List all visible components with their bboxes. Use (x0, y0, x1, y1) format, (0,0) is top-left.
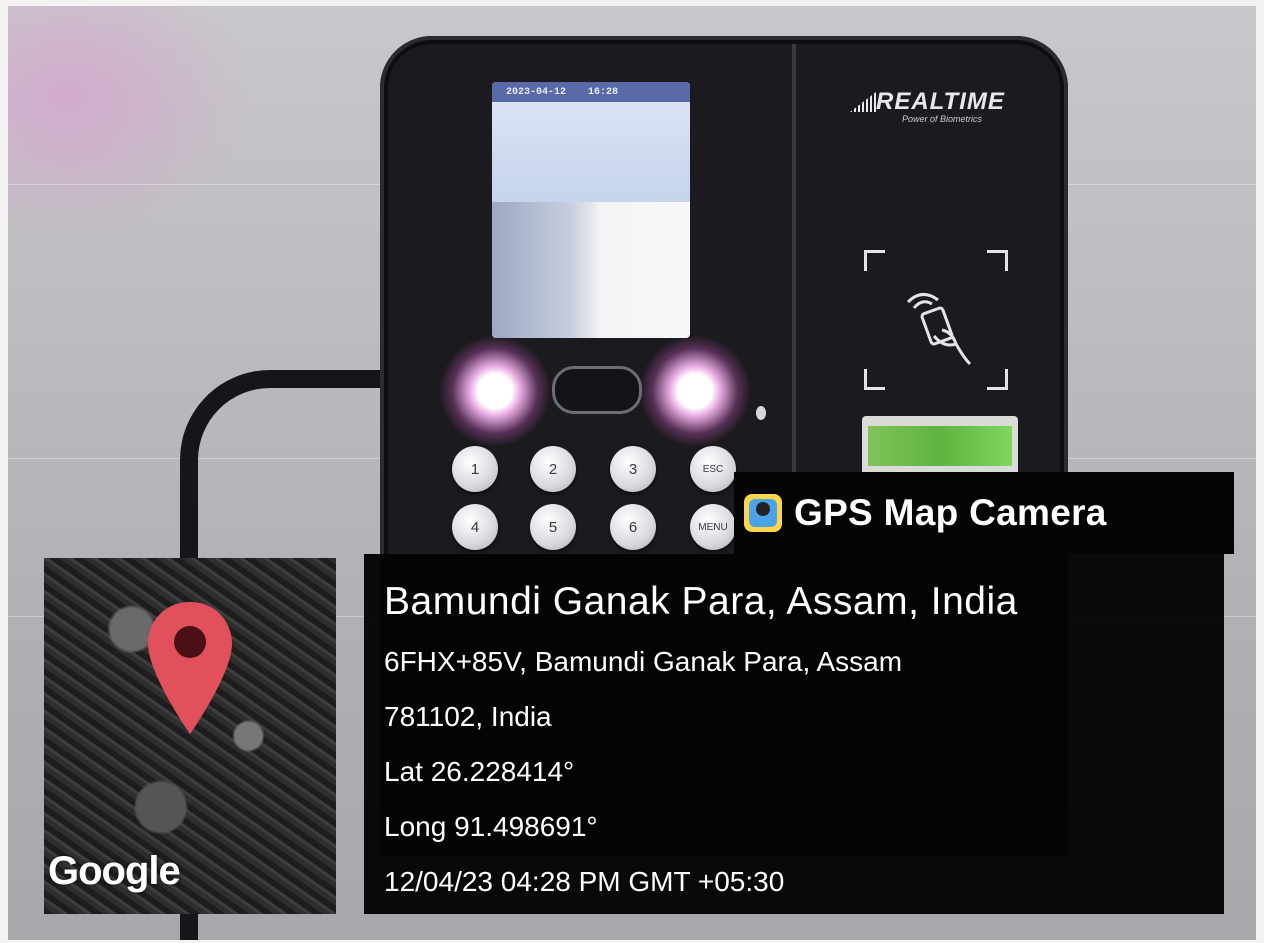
rfid-corner (987, 369, 1008, 390)
place-title: Bamundi Ganak Para, Assam, India (384, 580, 1018, 623)
latitude: Lat 26.228414° (384, 756, 575, 787)
camera-lens (552, 366, 642, 414)
rfid-card-zone (864, 250, 1008, 390)
rfid-corner (864, 250, 885, 271)
keypad-key-3[interactable]: 3 (610, 446, 656, 492)
google-watermark: Google (48, 849, 181, 893)
brand-tagline: Power of Biometrics (902, 114, 983, 124)
longitude: Long 91.498691° (384, 811, 598, 842)
contactless-card-icon (906, 293, 972, 366)
keypad-key-5[interactable]: 5 (530, 504, 576, 550)
timestamp: 12/04/23 04:28 PM GMT +05:30 (384, 866, 785, 897)
device-screen-date: 2023-04-12 (506, 86, 567, 98)
photo: 2023-04-12 16:28 REALTIME Power of Biome… (8, 6, 1256, 940)
device-screen-camera-view (492, 202, 690, 338)
keypad-key-1[interactable]: 1 (452, 446, 498, 492)
location-info-panel: Bamundi Ganak Para, Assam, India 6FHX+85… (364, 554, 1224, 914)
keypad-key-4[interactable]: 4 (452, 504, 498, 550)
map-pin-icon (148, 602, 232, 734)
gps-map-camera-icon (744, 494, 782, 532)
app-icon-pin (756, 502, 770, 516)
address-line-2: 781102, India (384, 701, 552, 732)
brand-logo: REALTIME Power of Biometrics (850, 84, 1020, 130)
rfid-corner (864, 369, 885, 390)
ir-led-light (640, 336, 750, 446)
device-screen-time: 16:28 (588, 86, 619, 98)
keypad-key-esc[interactable]: ESC (690, 446, 736, 492)
map-thumbnail[interactable]: Google (44, 558, 336, 914)
keypad-key-menu[interactable]: MENU (690, 504, 736, 550)
fingerprint-sensor (862, 416, 1018, 476)
brand-logo-bars (850, 92, 876, 112)
address-line-1: 6FHX+85V, Bamundi Ganak Para, Assam (384, 646, 903, 677)
device-screen: 2023-04-12 16:28 (492, 82, 690, 338)
device-divider (792, 44, 796, 504)
app-name: GPS Map Camera (794, 492, 1107, 533)
fingerprint-sensor-glass (868, 426, 1012, 466)
ir-led-light (440, 336, 550, 446)
rfid-corner (987, 250, 1008, 271)
keypad-key-2[interactable]: 2 (530, 446, 576, 492)
status-led (756, 406, 766, 420)
app-badge: GPS Map Camera (734, 472, 1234, 554)
keypad-key-6[interactable]: 6 (610, 504, 656, 550)
brand-name: REALTIME (876, 88, 1005, 115)
device-screen-status: 2023-04-12 16:28 (492, 82, 690, 102)
